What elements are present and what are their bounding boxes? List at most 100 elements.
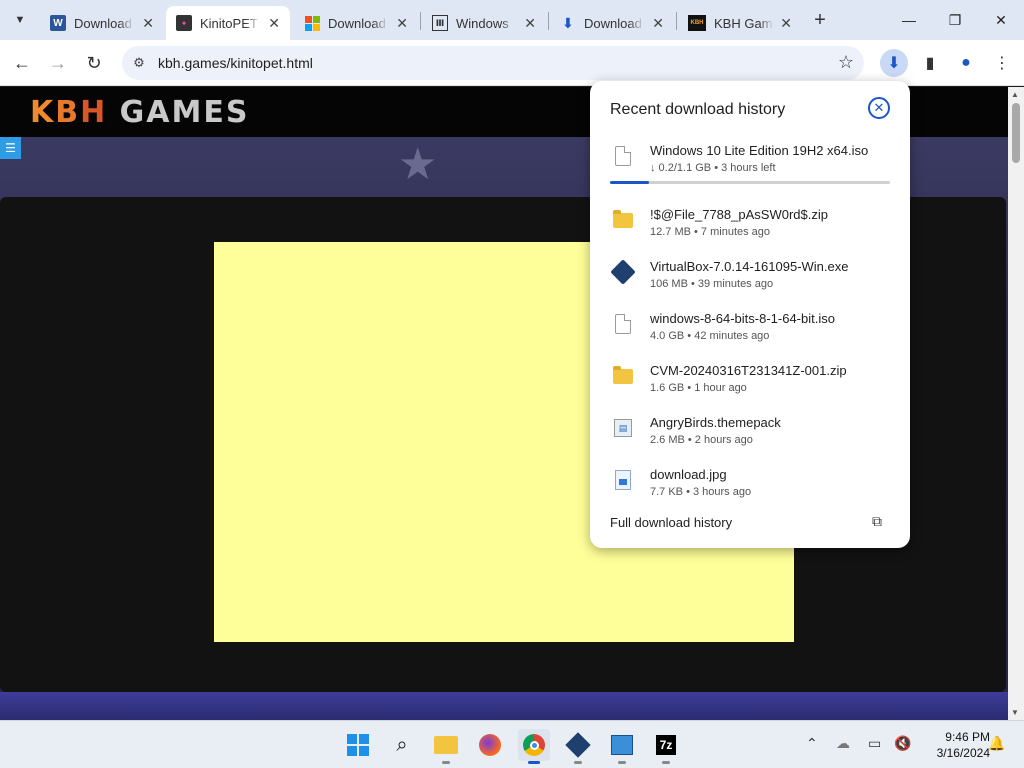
tab-search-button[interactable]: ▼ xyxy=(8,8,32,32)
downloads-button[interactable]: ⬇ xyxy=(880,49,908,77)
browser-toolbar: ← → ↻ ⚙ kbh.games/kinitopet.html ☆ ⬇ ▮ ●… xyxy=(0,40,1024,86)
close-download-panel-button[interactable]: ✕ xyxy=(868,97,890,119)
download-item[interactable]: windows-8-64-bits-8-1-64-bit.iso 4.0 GB … xyxy=(590,305,910,357)
back-button[interactable]: ← xyxy=(8,49,36,77)
taskbar-firefox[interactable] xyxy=(474,729,506,761)
system-clock[interactable]: 9:46 PM 3/16/2024 xyxy=(920,729,990,761)
close-tab-icon[interactable]: ✕ xyxy=(524,15,536,32)
forward-button[interactable]: → xyxy=(44,49,72,77)
side-panel-button[interactable]: ▮ xyxy=(916,49,944,77)
tab-title: KBH Games xyxy=(714,15,774,31)
close-tab-icon[interactable]: ✕ xyxy=(142,15,154,32)
reload-button[interactable]: ↻ xyxy=(80,49,108,77)
bookmark-star-icon[interactable]: ☆ xyxy=(838,52,854,73)
kinito-icon: ⬩ xyxy=(176,15,192,31)
tab-5[interactable]: ⬇ Download ✕ xyxy=(550,6,674,40)
taskbar-chrome[interactable] xyxy=(518,729,550,764)
close-tab-icon[interactable]: ✕ xyxy=(268,15,280,32)
tab-3[interactable]: Download ✕ xyxy=(294,6,418,40)
new-tab-button[interactable]: + xyxy=(808,8,832,32)
tab-6[interactable]: KBH KBH Games ✕ xyxy=(678,6,802,40)
close-tab-icon[interactable]: ✕ xyxy=(396,15,408,32)
download-filename: Windows 10 Lite Edition 19H2 x64.iso xyxy=(650,143,869,158)
control-panel-icon xyxy=(611,735,633,755)
tab-title: KinitoPET xyxy=(200,15,258,31)
tab-separator xyxy=(420,12,421,30)
taskbar-control-panel[interactable] xyxy=(606,729,638,764)
minimize-button[interactable]: — xyxy=(886,0,932,40)
address-bar[interactable]: ⚙ kbh.games/kinitopet.html ☆ xyxy=(122,46,864,80)
chrome-icon xyxy=(523,734,545,756)
volume-muted-icon[interactable]: 🔇 xyxy=(894,735,911,752)
windows-logo-icon xyxy=(347,734,369,756)
download-filename: !$@File_7788_pAsSW0rd$.zip xyxy=(650,207,828,222)
page-scrollbar[interactable]: ▲ ▼ xyxy=(1008,87,1024,720)
download-filename: VirtualBox-7.0.14-161095-Win.exe xyxy=(650,259,849,274)
more-vert-icon: ⋮ xyxy=(994,55,1010,72)
start-button[interactable] xyxy=(342,729,374,761)
profile-icon: ● xyxy=(961,54,971,71)
reload-icon: ↻ xyxy=(86,52,102,73)
word-icon: W xyxy=(50,15,66,31)
taskbar-file-explorer[interactable] xyxy=(430,729,462,764)
menu-button[interactable]: ⋮ xyxy=(988,49,1016,77)
download-item[interactable]: download.jpg 7.7 KB • 3 hours ago xyxy=(590,461,910,513)
network-icon[interactable]: ▭ xyxy=(868,735,881,752)
scroll-up-icon[interactable]: ▲ xyxy=(1011,90,1019,99)
download-status: 106 MB • 39 minutes ago xyxy=(650,278,774,290)
plus-icon: + xyxy=(814,8,826,31)
taskbar-virtualbox[interactable] xyxy=(562,729,594,764)
download-item[interactable]: ▤ AngryBirds.themepack 2.6 MB • 2 hours … xyxy=(590,409,910,461)
virtualbox-icon xyxy=(610,259,636,285)
zip-folder-icon xyxy=(612,209,634,231)
site-settings-icon[interactable]: ⚙ xyxy=(130,54,148,72)
close-window-button[interactable]: ✕ xyxy=(978,0,1024,40)
tab-1[interactable]: W Download ✕ xyxy=(40,6,164,40)
taskbar-search-button[interactable]: ⌕ xyxy=(386,729,418,761)
close-icon: ✕ xyxy=(873,100,885,115)
virtualbox-icon xyxy=(565,732,591,758)
scroll-down-icon[interactable]: ▼ xyxy=(1011,708,1019,717)
onedrive-icon[interactable]: ☁ xyxy=(836,735,850,752)
download-item[interactable]: !$@File_7788_pAsSW0rd$.zip 12.7 MB • 7 m… xyxy=(590,201,910,253)
scrollbar-thumb[interactable] xyxy=(1012,103,1020,163)
show-hidden-icons-button[interactable]: ⌃ xyxy=(806,735,818,752)
site-menu-button[interactable]: ☰ xyxy=(0,137,21,159)
download-progress-bar xyxy=(610,181,890,184)
download-item[interactable]: CVM-20240316T231341Z-001.zip 1.6 GB • 1 … xyxy=(590,357,910,409)
chevron-up-icon: ⌃ xyxy=(806,735,818,751)
kbh-games-logo[interactable]: KBH GAMES xyxy=(30,95,249,130)
close-tab-icon[interactable]: ✕ xyxy=(652,15,664,32)
close-tab-icon[interactable]: ✕ xyxy=(780,15,792,32)
taskbar-7zip[interactable]: 7z xyxy=(650,729,682,764)
download-filename: CVM-20240316T231341Z-001.zip xyxy=(650,363,847,378)
download-arrow-icon: ⬇ xyxy=(562,14,574,31)
folder-icon xyxy=(434,736,458,754)
download-filename: windows-8-64-bits-8-1-64-bit.iso xyxy=(650,311,835,326)
star-decoration-icon: ★ xyxy=(398,140,438,189)
download-status: 7.7 KB • 3 hours ago xyxy=(650,486,752,498)
full-download-history-link[interactable]: Full download history xyxy=(610,515,732,530)
windows-taskbar: ⌕ 7z ⌃ ☁ ▭ 🔇 9:46 PM 3/16/2024 🔔 xyxy=(0,720,1024,768)
tab-2[interactable]: ⬩ KinitoPET ✕ xyxy=(166,6,290,40)
kbh-icon: KBH xyxy=(688,15,706,31)
open-in-new-icon[interactable]: ⧉ xyxy=(872,513,882,530)
download-icon: ⬇ xyxy=(887,55,901,72)
profile-button[interactable]: ● xyxy=(952,49,980,77)
file-icon xyxy=(612,313,634,335)
tab-title: Download xyxy=(584,15,642,31)
tab-title: Windows xyxy=(456,15,509,31)
download-status: ↓ 0.2/1.1 GB • 3 hours left xyxy=(650,162,776,174)
tab-4[interactable]: Ⅲ Windows ✕ xyxy=(422,6,546,40)
hamburger-icon: ☰ xyxy=(5,141,16,155)
side-panel-icon: ▮ xyxy=(925,55,935,72)
tab-title: Download xyxy=(328,15,386,31)
url-text[interactable]: kbh.games/kinitopet.html xyxy=(158,55,313,71)
download-item[interactable]: VirtualBox-7.0.14-161095-Win.exe 106 MB … xyxy=(590,253,910,305)
tab-strip: ▼ W Download ✕ ⬩ KinitoPET ✕ Download ✕ … xyxy=(0,0,1024,40)
restore-button[interactable]: ❐ xyxy=(932,0,978,40)
archive-icon: Ⅲ xyxy=(432,15,448,31)
clock-date: 3/16/2024 xyxy=(936,746,990,760)
notification-bell-icon[interactable]: 🔔 xyxy=(988,735,1005,752)
chevron-down-icon: ▼ xyxy=(14,14,26,26)
